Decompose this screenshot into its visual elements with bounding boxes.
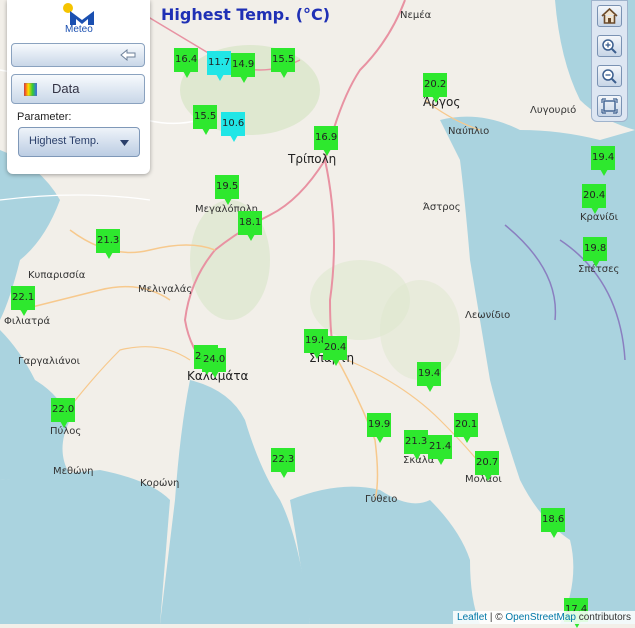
station-marker[interactable]: 19.4 [591,146,615,176]
parameter-label: Parameter: [17,111,72,123]
control-panel: Meteo Data Parameter: Highest Temp. [7,0,150,174]
osm-link[interactable]: OpenStreetMap [505,612,576,623]
station-marker[interactable]: 20.1 [454,413,478,443]
station-marker[interactable]: 19.9 [367,413,391,443]
station-marker[interactable]: 21.4 [428,435,452,465]
attribution-suffix: contributors [575,612,631,623]
station-marker[interactable]: 14.9 [231,53,255,83]
chevron-down-icon [120,140,129,146]
place-label: Γύθειο [365,494,398,505]
zoom-out-button[interactable] [597,65,622,87]
place-label: Μελιγαλάς [138,284,193,295]
station-marker[interactable]: 22.3 [271,448,295,478]
station-marker[interactable]: 18.6 [541,508,565,538]
place-label: Άστρος [423,202,461,213]
home-button[interactable] [597,5,622,27]
station-marker[interactable]: 21.3 [404,430,428,460]
fit-bounds-button[interactable] [597,95,622,117]
place-label: Νεμέα [400,10,432,21]
station-marker[interactable]: 21.3 [96,229,120,259]
fit-extent-icon [601,98,618,114]
zoom-in-button[interactable] [597,35,622,57]
station-marker[interactable]: 20.4 [323,336,347,366]
station-marker[interactable]: 10.6 [221,112,245,142]
station-marker[interactable]: 19.4 [417,362,441,392]
station-marker[interactable]: 16.4 [174,48,198,78]
color-scale-icon [24,83,37,96]
place-label: Κορώνη [140,478,180,489]
station-marker[interactable]: 20.4 [582,184,606,214]
place-label: Κυπαρισσία [28,270,86,281]
data-button[interactable]: Data [11,74,145,104]
station-marker[interactable]: 16.9 [314,126,338,156]
leaflet-link[interactable]: Leaflet [457,612,487,623]
attribution-separator: | © [487,612,506,623]
station-marker[interactable]: 20.2 [423,73,447,103]
arrow-left-icon [120,49,136,61]
map-title: Highest Temp. (°C) [161,5,331,24]
station-marker[interactable]: 15.5 [193,105,217,135]
parameter-select[interactable]: Highest Temp. [18,127,140,157]
map-controls [591,0,628,122]
station-marker[interactable]: 19.5 [215,175,239,205]
parameter-select-value: Highest Temp. [29,135,100,147]
station-marker[interactable]: 22.0 [51,398,75,428]
data-button-label: Data [52,81,80,96]
station-marker[interactable]: 19.8 [583,237,607,267]
place-label: Λεωνίδιο [465,310,511,321]
place-label: Άργος [423,95,461,109]
station-marker[interactable]: 20.7 [475,451,499,481]
place-label: Ναύπλιο [448,126,490,137]
station-marker[interactable]: 18.1 [238,211,262,241]
zoom-in-icon [602,39,617,54]
place-label: Γαργαλιάνοι [18,356,81,367]
place-label: Φιλιατρά [4,316,51,327]
station-marker[interactable]: 24.0 [202,348,226,378]
station-marker[interactable]: 11.7 [207,51,231,81]
zoom-out-icon [602,69,617,84]
station-marker[interactable]: 15.5 [271,48,295,78]
collapse-panel-button[interactable] [11,43,145,67]
place-label: Λυγουριό [530,105,577,116]
station-marker[interactable]: 22.1 [11,286,35,316]
home-icon [601,7,618,24]
place-label: Μεθώνη [53,466,94,477]
logo-text: Meteo [65,24,93,35]
map-attribution: Leaflet | © OpenStreetMap contributors [453,611,635,624]
